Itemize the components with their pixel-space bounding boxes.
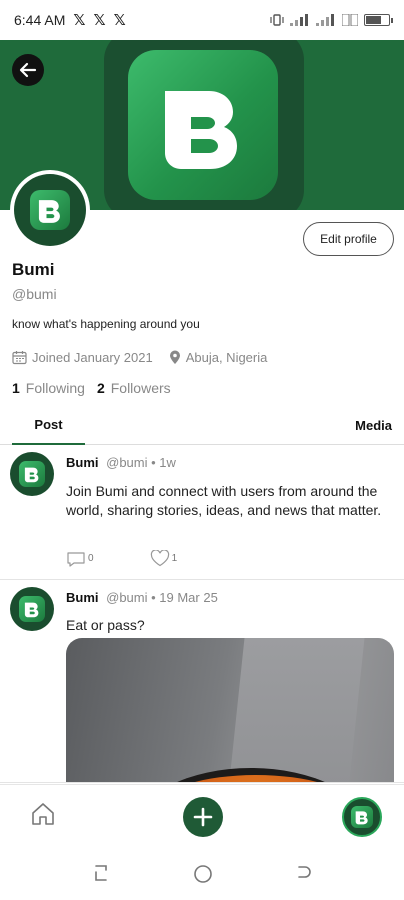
following-link[interactable]: 1 Following: [12, 380, 85, 396]
post-item[interactable]: Bumi @bumi • 1w Join Bumi and connect wi…: [0, 446, 404, 580]
x-notification-icon: 𝕏: [73, 12, 86, 29]
handle: @bumi: [12, 286, 57, 302]
b-letter-icon: [38, 200, 60, 223]
tab-post[interactable]: Post: [12, 405, 85, 445]
profile-avatar[interactable]: [10, 170, 90, 250]
location-text: Abuja, Nigeria: [185, 350, 268, 365]
signal-icon-2: [316, 14, 334, 26]
followers-count: 2: [96, 380, 105, 396]
location: Abuja, Nigeria: [169, 350, 268, 365]
comment-button[interactable]: 0: [66, 551, 94, 567]
b-letter-icon: [24, 602, 39, 618]
like-count: 1: [171, 553, 178, 564]
post-meta: @bumi • 1w: [106, 455, 176, 470]
follow-stats: 1 Following 2 Followers: [12, 380, 183, 396]
x-notification-icon: 𝕏: [93, 12, 106, 29]
arrow-left-icon: [19, 62, 37, 78]
back-button[interactable]: [12, 54, 44, 86]
system-nav-bar: [0, 848, 404, 900]
post-header: Bumi @bumi • 19 Mar 25: [66, 590, 218, 605]
post-actions: 0 1: [66, 550, 233, 567]
post-item[interactable]: Bumi @bumi • 19 Mar 25 Eat or pass?: [0, 581, 404, 783]
circle-home-icon: [194, 865, 212, 883]
banner-logo: [128, 50, 278, 200]
recent-apps-button[interactable]: [92, 864, 110, 887]
post-text: Join Bumi and connect with users from ar…: [66, 483, 382, 518]
post-author[interactable]: Bumi: [66, 590, 99, 605]
post-avatar[interactable]: [10, 587, 54, 631]
bumi-logo-icon: [30, 190, 70, 230]
back-system-button[interactable]: [295, 864, 313, 887]
vibrate-icon: [270, 14, 284, 26]
bottom-nav: [0, 784, 404, 848]
location-pin-icon: [169, 350, 180, 364]
network-icon: [342, 14, 358, 26]
bio: know what's happening around you: [12, 317, 200, 331]
post-header: Bumi @bumi • 1w: [66, 455, 176, 470]
b-letter-icon: [24, 467, 39, 483]
following-count: 1: [12, 380, 20, 396]
profile-tabs: Post Media: [0, 405, 404, 445]
post-meta: @bumi • 19 Mar 25: [106, 590, 218, 605]
bumi-logo-icon: [165, 91, 237, 169]
plus-icon: [193, 807, 213, 827]
signal-icon: [290, 14, 308, 26]
comment-count: 0: [88, 553, 94, 564]
status-time: 6:44 AM: [14, 12, 66, 28]
post-text: Eat or pass?: [66, 617, 145, 633]
recent-apps-icon: [95, 865, 107, 881]
bumi-logo-icon: [19, 596, 45, 622]
calendar-icon: [12, 351, 27, 365]
image-wall: [223, 638, 365, 782]
avatar: [14, 174, 86, 246]
bumi-logo-icon: [351, 806, 373, 828]
post-avatar[interactable]: [10, 452, 54, 496]
home-button[interactable]: [30, 801, 56, 832]
edit-profile-button[interactable]: Edit profile: [303, 222, 394, 256]
display-name: Bumi: [12, 260, 55, 279]
followers-link[interactable]: 2 Followers: [97, 380, 171, 396]
profile-nav-button[interactable]: [342, 797, 382, 837]
heart-icon: [150, 550, 169, 567]
tab-media[interactable]: Media: [332, 405, 392, 445]
like-button[interactable]: 1: [150, 550, 178, 567]
post-author[interactable]: Bumi: [66, 455, 99, 470]
bumi-logo-icon: [19, 461, 45, 487]
profile-meta: Joined January 2021 Abuja, Nigeria: [12, 350, 283, 365]
compose-button[interactable]: [183, 797, 223, 837]
post-image[interactable]: [66, 638, 394, 782]
x-notification-icon: 𝕏: [113, 12, 126, 29]
home-icon: [32, 803, 54, 825]
joined-text: Joined January 2021: [32, 350, 153, 365]
battery-icon: [364, 14, 393, 26]
home-system-button[interactable]: [193, 864, 213, 889]
b-letter-icon: [355, 811, 368, 825]
status-indicators: [270, 14, 393, 26]
followers-label: Followers: [110, 380, 171, 396]
battery-fill: [366, 16, 381, 24]
status-bar: 6:44 AM 𝕏 𝕏 𝕏: [0, 0, 404, 40]
joined-date: Joined January 2021: [12, 350, 153, 365]
following-label: Following: [25, 380, 85, 396]
back-system-icon: [298, 866, 311, 878]
comment-icon: [67, 551, 85, 567]
